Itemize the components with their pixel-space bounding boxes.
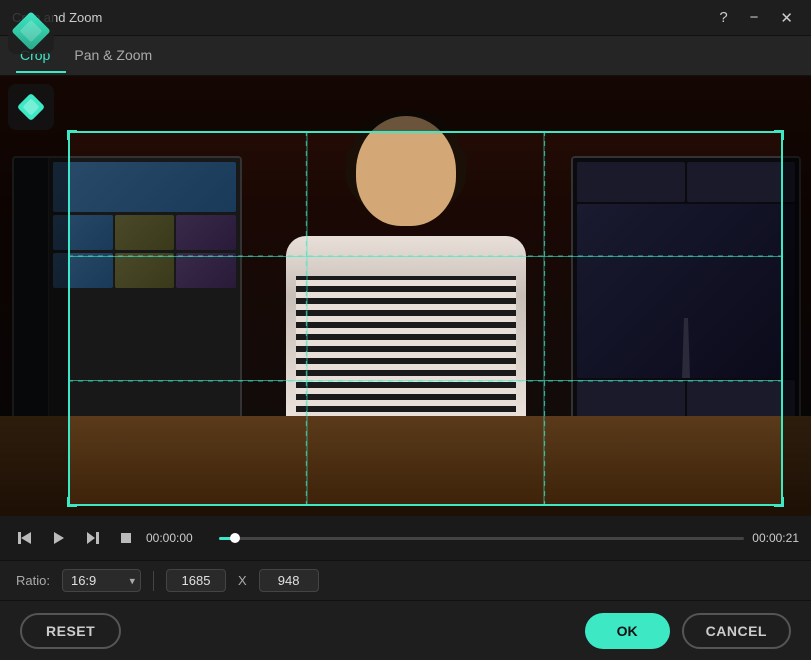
crop-rectangle[interactable] (68, 131, 783, 506)
ratio-label: Ratio: (16, 573, 50, 588)
time-current: 00:00:00 (146, 531, 211, 545)
step-back-icon (18, 531, 32, 545)
play-button[interactable] (46, 527, 72, 549)
step-back-button[interactable] (12, 527, 38, 549)
crop-handle-bl[interactable] (67, 497, 77, 507)
stop-icon (120, 532, 132, 544)
ok-button[interactable]: OK (585, 613, 670, 649)
action-buttons-right: OK CANCEL (585, 613, 791, 649)
crop-handle-tr[interactable] (774, 130, 784, 140)
app-logo (8, 8, 54, 54)
ratio-select[interactable]: 16:9 4:3 1:1 9:16 21:9 Custom (62, 569, 141, 592)
time-total: 00:00:21 (752, 531, 799, 545)
x-label: X (238, 573, 247, 588)
play-icon (52, 531, 66, 545)
ratio-height-input[interactable] (259, 569, 319, 592)
crop-mask-left (0, 131, 68, 506)
crop-handle-tl[interactable] (67, 130, 77, 140)
logo-diamond (11, 11, 51, 51)
ratio-select-wrapper: 16:9 4:3 1:1 9:16 21:9 Custom (62, 569, 141, 592)
stop-button[interactable] (114, 528, 138, 548)
controls-bar: 00:00:00 00:00:21 (0, 516, 811, 560)
ratio-divider (153, 571, 154, 591)
tabs-bar: Crop Pan & Zoom (0, 36, 811, 76)
cancel-button[interactable]: CANCEL (682, 613, 791, 649)
close-button[interactable]: ✕ (774, 7, 799, 29)
play-next-button[interactable] (80, 527, 106, 549)
seek-thumb[interactable] (230, 533, 240, 543)
action-bar: RESET OK CANCEL (0, 600, 811, 660)
crop-mask-top (0, 76, 811, 131)
crop-handle-br[interactable] (774, 497, 784, 507)
filmora-logo-overlay (8, 84, 54, 130)
title-bar-left: Crop and Zoom (12, 10, 102, 25)
title-bar: Crop and Zoom ? − ✕ (0, 0, 811, 36)
crop-mask-bottom (0, 506, 811, 516)
reset-button[interactable]: RESET (20, 613, 121, 649)
ratio-bar: Ratio: 16:9 4:3 1:1 9:16 21:9 Custom X (0, 560, 811, 600)
minimize-button[interactable]: − (744, 7, 765, 28)
filmora-logo-icon (17, 93, 45, 121)
title-bar-controls: ? − ✕ (713, 7, 799, 29)
tab-pan-zoom[interactable]: Pan & Zoom (70, 39, 168, 73)
seek-bar[interactable] (219, 537, 744, 540)
ratio-width-input[interactable] (166, 569, 226, 592)
play-next-icon (86, 531, 100, 545)
help-button[interactable]: ? (713, 7, 733, 28)
video-area (0, 76, 811, 516)
crop-mask-right (783, 131, 811, 506)
